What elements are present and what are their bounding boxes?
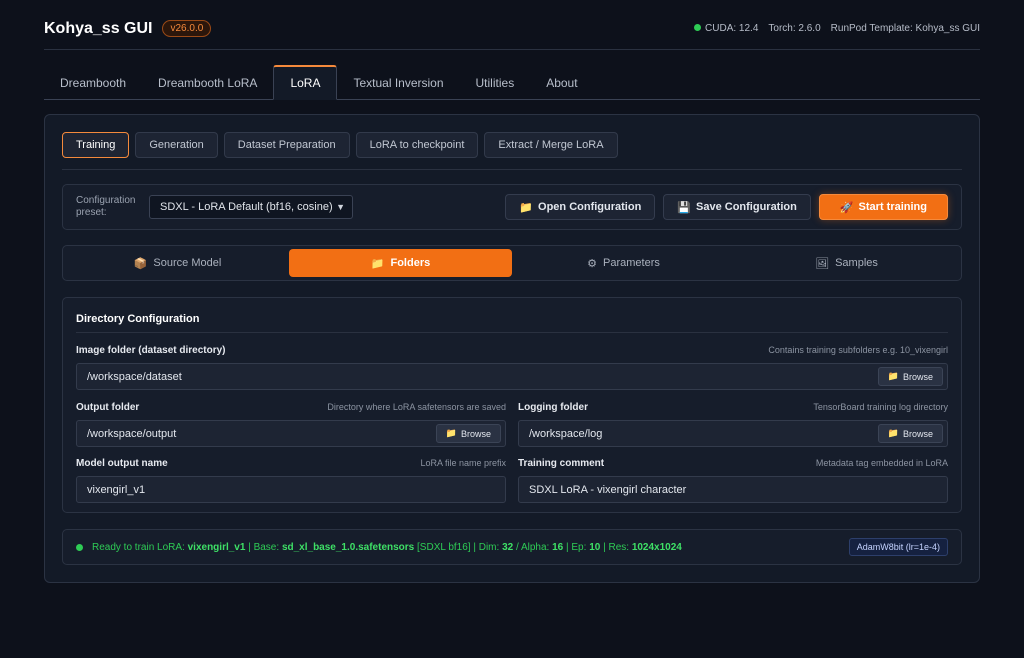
app-title: Kohya_ss GUI [44,19,153,37]
field-value: vixengirl_v1 [87,483,146,496]
start-training-button[interactable]: 🚀 Start training [818,194,948,220]
open-configuration-button[interactable]: 📁 Open Configuration [505,194,656,220]
lora-subtabs: Training Generation Dataset Preparation … [62,132,618,158]
field-label: Logging folder [518,402,588,413]
image-folder-input[interactable]: /workspace/dataset 📁 Browse [76,363,948,390]
tab-textual-inversion[interactable]: Textual Inversion [337,65,459,100]
version-badge: v26.0.0 [162,20,212,37]
logging-folder-input[interactable]: /workspace/log 📁 Browse [518,420,948,447]
field-label: Image folder (dataset directory) [76,345,226,356]
field-value: /workspace/output [87,427,177,440]
image-icon: 🖼 [815,257,830,270]
tab-utilities[interactable]: Utilities [460,65,531,100]
section-tab-parameters[interactable]: ⚙ Parameters [512,249,735,277]
chevron-down-icon: ▼ [336,202,345,212]
subtab-lora-to-checkpoint[interactable]: LoRA to checkpoint [355,132,479,158]
subtab-training[interactable]: Training [62,132,130,158]
field-hint: Directory where LoRA safetensors are sav… [327,402,506,412]
subtab-extract-merge-lora[interactable]: Extract / Merge LoRA [484,132,618,158]
output-folder-input[interactable]: /workspace/output 📁 Browse [76,420,506,447]
cuda-info: CUDA: 12.4 [694,23,758,34]
template-info: RunPod Template: Kohya_ss GUI [830,23,980,34]
section-tab-samples[interactable]: 🖼 Samples [735,249,958,277]
folder-icon: 📁 [887,371,899,381]
system-info: CUDA: 12.4 Torch: 2.6.0 RunPod Template:… [694,23,980,34]
field-label: Training comment [518,458,605,469]
status-text: Ready to train LoRA: vixengirl_v1 | Base… [92,541,682,553]
tab-dreambooth-lora[interactable]: Dreambooth LoRA [142,65,273,100]
subtab-generation[interactable]: Generation [135,132,218,158]
preset-value: SDXL - LoRA Default (bf16, cosine) [160,201,333,213]
output-folder-field: Output folder Directory where LoRA safet… [76,402,506,447]
browse-image-folder-button[interactable]: 📁 Browse [877,367,943,386]
browse-logging-folder-button[interactable]: 📁 Browse [877,424,943,443]
divider [62,169,962,170]
image-folder-field: Image folder (dataset directory) Contain… [76,345,948,390]
field-value: /workspace/log [529,427,603,440]
gear-icon: ⚙ [587,257,597,270]
save-configuration-button[interactable]: 💾 Save Configuration [663,194,811,220]
torch-info: Torch: 2.6.0 [768,23,821,34]
section-tabs: 📦 Source Model 📁 Folders ⚙ Parameters 🖼 … [62,245,962,281]
optimizer-badge: AdamW8bit (lr=1e-4) [848,538,948,556]
status-bar: Ready to train LoRA: vixengirl_v1 | Base… [62,529,962,565]
status-dot-icon [694,24,702,31]
field-value: SDXL LoRA - vixengirl character [529,483,687,496]
folder-icon: 📁 [370,257,385,270]
section-tab-folders[interactable]: 📁 Folders [289,249,512,277]
field-value: /workspace/dataset [87,370,182,383]
header: Kohya_ss GUI v26.0.0 CUDA: 12.4 Torch: 2… [44,0,980,50]
folder-icon: 📁 [887,428,899,438]
browse-output-folder-button[interactable]: 📁 Browse [435,424,501,443]
model-output-name-input[interactable]: vixengirl_v1 [76,476,506,503]
tab-about[interactable]: About [530,65,593,100]
training-comment-field: Training comment Metadata tag embedded i… [518,458,948,503]
section-title: Directory Configuration [76,313,200,325]
divider [76,332,948,333]
rocket-icon: 🚀 [839,201,854,214]
field-label: Output folder [76,402,140,413]
configuration-actions: 📁 Open Configuration 💾 Save Configuratio… [505,194,948,220]
field-hint: LoRA file name prefix [420,458,506,468]
status-dot-icon [76,543,83,551]
field-label: Model output name [76,458,168,469]
main-tabs: Dreambooth Dreambooth LoRA LoRA Textual … [44,50,980,100]
tab-lora[interactable]: LoRA [273,65,338,100]
model-output-name-field: Model output name LoRA file name prefix … [76,458,506,503]
field-hint: Contains training subfolders e.g. 10_vix… [768,345,948,355]
field-hint: TensorBoard training log directory [813,402,948,412]
floppy-icon: 💾 [677,201,691,214]
section-tab-source-model[interactable]: 📦 Source Model [66,249,289,277]
subtab-dataset-preparation[interactable]: Dataset Preparation [223,132,350,158]
configuration-bar: Configuration preset: SDXL - LoRA Defaul… [62,184,962,230]
package-icon: 📦 [133,257,148,270]
directory-configuration: Directory Configuration Image folder (da… [62,297,962,513]
lora-panel: Training Generation Dataset Preparation … [44,114,980,583]
tab-dreambooth[interactable]: Dreambooth [44,65,142,100]
configuration-preset-label: Configuration preset: [76,195,136,218]
folder-icon: 📁 [519,201,534,214]
folder-icon: 📁 [445,428,457,438]
logging-folder-field: Logging folder TensorBoard training log … [518,402,948,447]
configuration-preset-select[interactable]: SDXL - LoRA Default (bf16, cosine) ▼ [149,195,353,219]
brand: Kohya_ss GUI v26.0.0 [44,19,212,38]
training-comment-input[interactable]: SDXL LoRA - vixengirl character [518,476,948,503]
app: Kohya_ss GUI v26.0.0 CUDA: 12.4 Torch: 2… [44,0,980,583]
field-hint: Metadata tag embedded in LoRA [815,458,948,468]
